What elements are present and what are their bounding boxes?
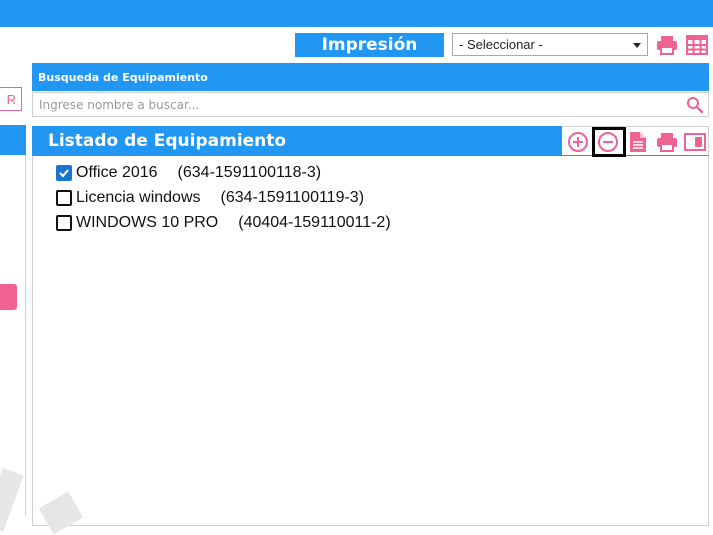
search-icon	[687, 97, 704, 114]
list-item[interactable]: Office 2016 (634-1591100118-3)	[56, 162, 321, 184]
item-checkbox[interactable]	[56, 165, 72, 181]
top-bar	[0, 0, 713, 27]
item-checkbox[interactable]	[56, 190, 72, 206]
window-icon	[684, 133, 706, 151]
list-item[interactable]: WINDOWS 10 PRO (40404-159110011-2)	[56, 212, 391, 234]
document-button[interactable]	[628, 130, 648, 154]
print-format-select[interactable]: - Seleccionar -	[452, 33, 648, 56]
chevron-down-icon	[633, 43, 641, 48]
left-panel-border	[25, 155, 26, 516]
item-name: Office 2016	[76, 164, 158, 181]
equipment-list-panel	[32, 126, 709, 526]
plus-circle-icon	[568, 132, 588, 152]
item-code: (634-1591100119-3)	[220, 189, 365, 206]
print-section-label: Impresión	[295, 33, 444, 57]
search-button[interactable]	[686, 96, 704, 114]
list-item[interactable]: Licencia windows (634-1591100119-3)	[56, 187, 364, 209]
left-panel-button[interactable]: R	[0, 87, 22, 111]
item-name: Licencia windows	[76, 189, 201, 206]
search-panel-title: Busqueda de Equipamiento	[32, 63, 709, 91]
left-panel-action-button[interactable]	[0, 284, 17, 310]
document-icon	[630, 132, 646, 152]
item-code: (40404-159110011-2)	[238, 214, 391, 231]
check-icon	[59, 169, 69, 178]
add-button[interactable]	[567, 131, 589, 153]
equipment-list-title: Listado de Equipamiento	[32, 126, 562, 156]
watermark-fragment	[0, 468, 24, 532]
printer-icon	[657, 36, 677, 55]
item-code: (634-1591100118-3)	[177, 164, 322, 181]
table-grid-icon	[686, 35, 708, 55]
printer-icon	[657, 133, 677, 152]
left-panel-header	[0, 125, 26, 155]
print-list-button[interactable]	[655, 131, 679, 153]
table-view-button[interactable]	[685, 33, 709, 57]
print-button[interactable]	[656, 34, 678, 56]
item-checkbox[interactable]	[56, 215, 72, 231]
select-value: - Seleccionar -	[459, 37, 543, 52]
window-view-button[interactable]	[683, 131, 707, 153]
item-name: WINDOWS 10 PRO	[76, 214, 219, 231]
remove-button-highlight	[592, 127, 626, 157]
search-input[interactable]	[32, 92, 709, 117]
toolbar-divider	[562, 155, 709, 156]
